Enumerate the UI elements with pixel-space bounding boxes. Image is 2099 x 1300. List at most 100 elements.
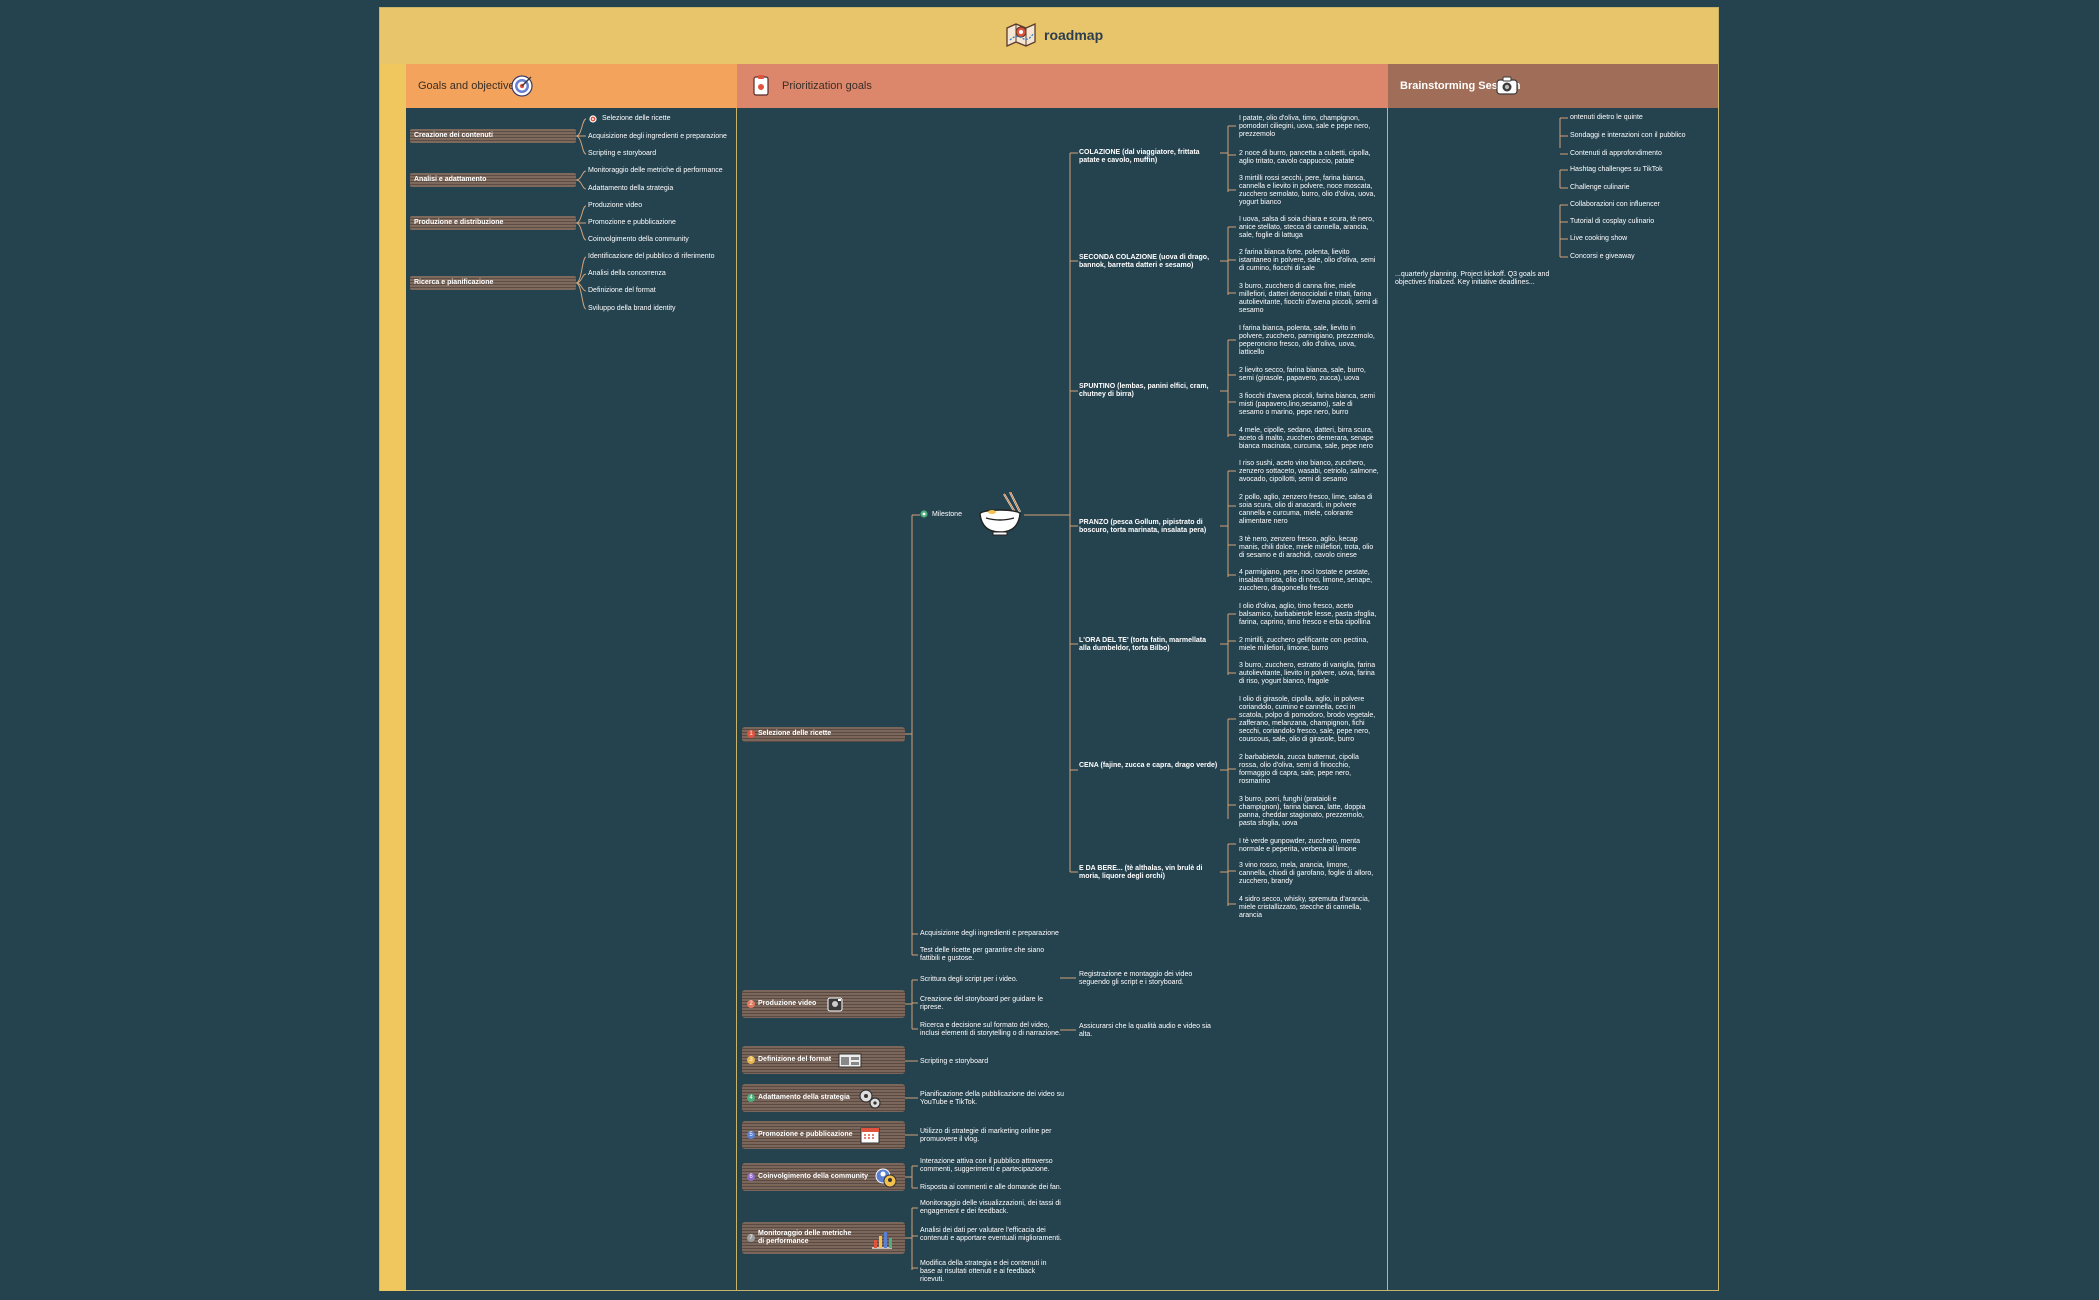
recipe-item[interactable]: 2 farina bianca forte, polenta, lievito … <box>1239 249 1379 273</box>
recipe-item[interactable]: 4 sidro secco, whisky, spremuta d'aranci… <box>1239 896 1379 920</box>
goal-item[interactable]: Adattamento della strategia <box>588 185 673 193</box>
brainstorm-item[interactable]: Live cooking show <box>1570 235 1627 243</box>
selezione-extra-item[interactable]: Test delle ricette per garantire che sia… <box>920 947 1060 963</box>
priority-branch-coinvolgimento[interactable]: 6 Coinvolgimento della community <box>742 1163 905 1191</box>
brainstorm-item[interactable]: Challenge culinarie <box>1570 184 1630 192</box>
recipe-item[interactable]: I patate, olio d'oliva, timo, champignon… <box>1239 115 1379 139</box>
goal-item[interactable]: Monitoraggio delle metriche di performan… <box>588 167 723 175</box>
brainstorm-item[interactable]: Contenuti di approfondimento <box>1570 150 1662 158</box>
priority-branch-label: Coinvolgimento della community <box>758 1173 869 1180</box>
priority-branch-label: Definizione del format <box>758 1056 832 1063</box>
priority-branch-selezione[interactable]: 1 Selezione delle ricette <box>742 727 905 742</box>
priority-branch-adattamento[interactable]: 4 Adattamento della strategia <box>742 1084 905 1112</box>
goal-branch[interactable]: Ricerca e pianificazione <box>410 276 576 290</box>
meal-label[interactable]: CENA (fajine, zucca e capra, drago verde… <box>1079 762 1219 770</box>
priority-item[interactable]: Utilizzo di strategie di marketing onlin… <box>920 1128 1070 1144</box>
meal-label[interactable]: COLAZIONE (dal viaggiatore, frittata pat… <box>1079 149 1219 165</box>
gears-icon <box>859 1089 881 1109</box>
priority-item[interactable]: Scripting e storyboard <box>920 1058 988 1066</box>
recipe-item[interactable]: 3 vino rosso, mela, arancia, limone, can… <box>1239 862 1379 886</box>
meal-label[interactable]: L'ORA DEL TE' (torta fatin, marmellata a… <box>1079 637 1219 653</box>
meal-label[interactable]: PRANZO (pesca Gollum, pipistrato di bosc… <box>1079 519 1219 535</box>
priority-note[interactable]: Assicurarsi che la qualità audio e video… <box>1079 1023 1219 1039</box>
priority-item[interactable]: Monitoraggio delle visualizzazioni, dei … <box>920 1200 1065 1216</box>
recipe-item[interactable]: 2 noce di burro, pancetta a cubetti, cip… <box>1239 150 1379 166</box>
priority-branch-promozione[interactable]: 5 Promozione e pubblicazione <box>742 1121 905 1149</box>
recipe-item[interactable]: 3 tè nero, zenzero fresco, aglio, kecap … <box>1239 536 1379 560</box>
recipe-item[interactable]: I riso sushi, aceto vino bianco, zuccher… <box>1239 460 1379 484</box>
recipe-item[interactable]: 2 pollo, aglio, zenzero fresco, lime, sa… <box>1239 494 1379 526</box>
recipe-item[interactable]: 4 parmigiano, pere, noci tostate e pesta… <box>1239 569 1379 593</box>
selezione-extra-item[interactable]: Acquisizione degli ingredienti e prepara… <box>920 930 1059 938</box>
priority-number-badge: 5 <box>747 1131 755 1139</box>
column-header-brainstorming: Brainstorming Session <box>1388 64 1718 108</box>
goal-branch[interactable]: Analisi e adattamento <box>410 173 576 187</box>
goal-item[interactable]: Produzione video <box>588 202 642 210</box>
goal-item[interactable]: Acquisizione degli ingredienti e prepara… <box>588 133 727 141</box>
recipe-item[interactable]: 3 fiocchi d'avena piccoli, farina bianca… <box>1239 393 1379 417</box>
recipe-item[interactable]: 2 lievito secco, farina bianca, sale, bu… <box>1239 367 1379 383</box>
priority-branch-definizione-format[interactable]: 3 Definizione del format <box>742 1046 905 1074</box>
brainstorm-note[interactable]: ...quarterly planning. Project kickoff. … <box>1395 271 1555 287</box>
priority-branch-label: Produzione video <box>758 1000 817 1007</box>
recipe-item[interactable]: 3 burro, porri, funghi (prataioli e cham… <box>1239 796 1379 828</box>
goal-item[interactable]: Definizione del format <box>588 287 656 295</box>
goal-branch-label: Produzione e distribuzione <box>414 219 504 226</box>
recipe-item[interactable]: 3 burro, zucchero di canna fine, miele m… <box>1239 283 1379 315</box>
priority-item[interactable]: Risposta ai commenti e alle domande dei … <box>920 1184 1062 1192</box>
left-strip <box>380 64 406 1291</box>
recipe-item[interactable]: 2 mirtilli, zucchero gelificante con pec… <box>1239 637 1379 653</box>
brainstorm-item[interactable]: Hashtag challenges su TikTok <box>1570 166 1663 174</box>
priority-branch-produzione-video[interactable]: 2 Produzione video <box>742 990 905 1018</box>
recipe-item[interactable]: 4 mele, cipolle, sedano, datteri, birra … <box>1239 427 1379 451</box>
goal-branch[interactable]: Creazione dei contenuti <box>410 129 576 143</box>
priority-number-badge: 4 <box>747 1094 755 1102</box>
meal-label[interactable]: SPUNTINO (lembas, panini elfici, cram, c… <box>1079 383 1219 399</box>
recipe-item[interactable]: 3 mirtilli rossi secchi, pere, farina bi… <box>1239 175 1379 207</box>
brainstorm-item[interactable]: Tutorial di cosplay culinario <box>1570 218 1654 226</box>
page-title: roadmap <box>1044 27 1104 43</box>
goal-item[interactable]: Selezione delle ricette <box>602 115 671 123</box>
priority-item[interactable]: Interazione attiva con il pubblico attra… <box>920 1158 1070 1174</box>
brainstorm-item[interactable]: Collaborazioni con influencer <box>1570 201 1660 209</box>
recipe-item[interactable]: I tè verde gunpowder, zucchero, menta no… <box>1239 838 1379 854</box>
goal-item[interactable]: Analisi della concorrenza <box>588 270 666 278</box>
priority-item[interactable]: Modifica della strategia e dei contenuti… <box>920 1260 1060 1284</box>
meal-label[interactable]: SECONDA COLAZIONE (uova di drago, bannok… <box>1079 254 1219 270</box>
brainstorm-item[interactable]: Sondaggi e interazioni con il pubblico <box>1570 132 1686 140</box>
community-icon <box>875 1168 897 1188</box>
priority-note[interactable]: Registrazione e montaggio dei video segu… <box>1079 971 1209 987</box>
recipe-item[interactable]: I uova, salsa di soia chiara e scura, tè… <box>1239 216 1379 240</box>
priority-branch-label: Adattamento della strategia <box>758 1094 850 1101</box>
recipe-item[interactable]: I olio di girasole, cipolla, aglio, in p… <box>1239 696 1379 744</box>
goal-item[interactable]: Scripting e storyboard <box>588 150 656 158</box>
priority-item[interactable]: Ricerca e decisione sul formato del vide… <box>920 1022 1070 1038</box>
recipe-item[interactable]: I farina bianca, polenta, sale, lievito … <box>1239 325 1379 357</box>
meal-label[interactable]: E DA BERE... (tè althalas, vin brulè di … <box>1079 865 1219 881</box>
priority-number-badge: 3 <box>747 1056 755 1064</box>
priority-branch-label: Monitoraggio delle metriche di performan… <box>758 1230 852 1245</box>
priority-item[interactable]: Analisi dei dati per valutare l'efficaci… <box>920 1227 1065 1243</box>
map-icon <box>1006 22 1036 48</box>
goal-item[interactable]: Sviluppo della brand identity <box>588 305 676 313</box>
recipe-item[interactable]: 2 barbabietola, zucca butternut, cipolla… <box>1239 754 1379 786</box>
brainstorm-item[interactable]: Concorsi e giveaway <box>1570 253 1635 261</box>
brainstorm-item[interactable]: ontenuti dietro le quinte <box>1570 114 1643 122</box>
milestone-dot-icon <box>920 510 928 518</box>
milestone-label[interactable]: Milestone <box>932 511 962 519</box>
goal-item[interactable]: Identificazione del pubblico di riferime… <box>588 253 714 261</box>
priority-branch-monitoraggio[interactable]: 7 Monitoraggio delle metriche di perform… <box>742 1222 905 1254</box>
goal-item[interactable]: Coinvolgimento della community <box>588 236 689 244</box>
goal-item[interactable]: Promozione e pubblicazione <box>588 219 676 227</box>
recipe-item[interactable]: 3 burro, zucchero, estratto di vaniglia,… <box>1239 662 1379 686</box>
priority-item[interactable]: Creazione del storyboard per guidare le … <box>920 996 1060 1012</box>
camera-icon <box>1496 76 1518 95</box>
layout-icon <box>838 1053 862 1068</box>
priority-item[interactable]: Scrittura degli script per i video. <box>920 976 1018 984</box>
target-small-icon <box>589 115 597 123</box>
recipe-item[interactable]: I olio d'oliva, aglio, timo fresco, acet… <box>1239 603 1379 627</box>
column-header-goals: Goals and objectives <box>406 64 737 108</box>
priority-number-badge: 6 <box>747 1173 755 1181</box>
goal-branch[interactable]: Produzione e distribuzione <box>410 216 576 230</box>
priority-item[interactable]: Pianificazione della pubblicazione dei v… <box>920 1091 1065 1107</box>
